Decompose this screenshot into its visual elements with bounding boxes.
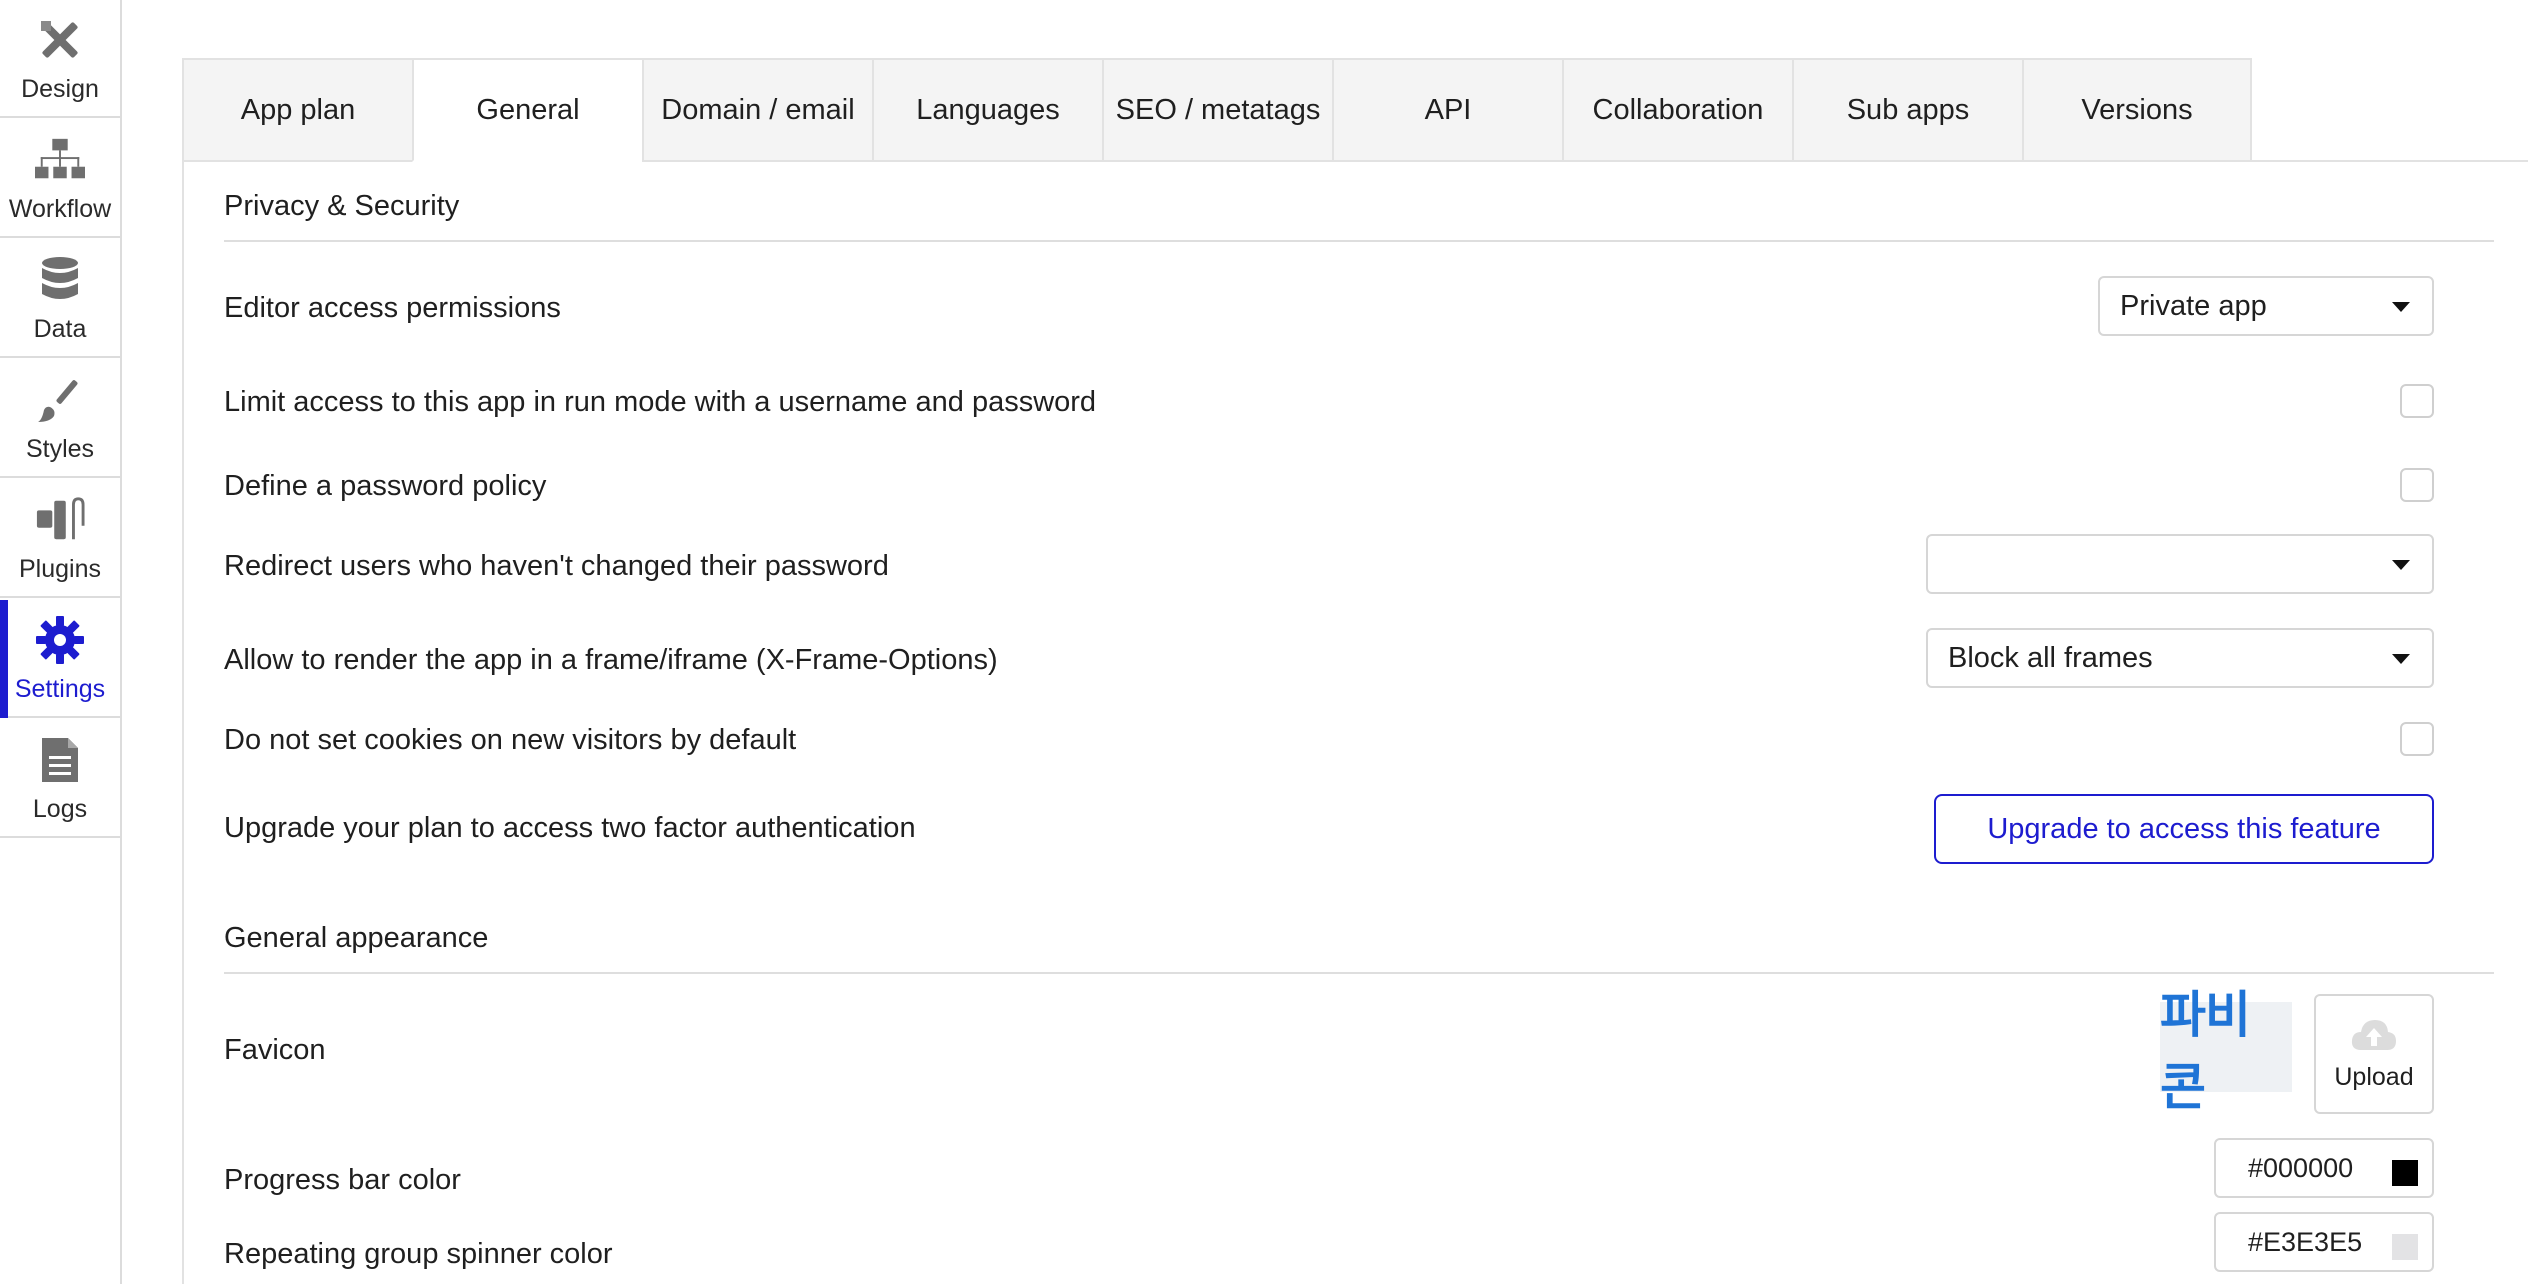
progress-color-label: Progress bar color — [224, 1164, 461, 1196]
editor-access-label: Editor access permissions — [224, 292, 561, 324]
tab-collaboration[interactable]: Collaboration — [1562, 58, 1792, 162]
tab-seo-metatags[interactable]: SEO / metatags — [1102, 58, 1332, 162]
sidebar-item-label: Design — [21, 75, 99, 103]
sidebar-item-label: Workflow — [8, 195, 112, 223]
tab-sub-apps[interactable]: Sub apps — [1792, 58, 2022, 162]
iframe-dropdown[interactable]: Block all frames — [1926, 628, 2434, 688]
progress-color-value: #000000 — [2248, 1152, 2354, 1183]
sidebar-item-workflow[interactable]: Workflow — [0, 120, 120, 238]
password-policy-checkbox[interactable] — [2400, 468, 2434, 502]
section-title-appearance: General appearance — [224, 922, 489, 954]
tab-versions[interactable]: Versions — [2022, 58, 2252, 162]
editor-access-value: Private app — [2120, 289, 2267, 322]
upgrade-feature-button[interactable]: Upgrade to access this feature — [1934, 794, 2434, 864]
sidebar-item-design[interactable]: Design — [0, 0, 120, 118]
progress-color-swatch — [2392, 1160, 2418, 1186]
tab-api[interactable]: API — [1332, 58, 1562, 162]
spinner-color-label: Repeating group spinner color — [224, 1238, 613, 1270]
sidebar-item-styles[interactable]: Styles — [0, 360, 120, 478]
favicon-upload-button[interactable]: Upload — [2314, 994, 2434, 1114]
spinner-color-picker[interactable]: #E3E3E5 — [2214, 1212, 2434, 1272]
cloud-upload-icon — [2351, 1016, 2397, 1057]
chevron-down-icon — [2392, 560, 2410, 570]
section-title-privacy: Privacy & Security — [224, 190, 460, 222]
sidebar-item-label: Styles — [25, 435, 95, 463]
password-policy-label: Define a password policy — [224, 470, 547, 502]
spinner-color-swatch — [2392, 1234, 2418, 1260]
chevron-down-icon — [2392, 654, 2410, 664]
design-icon — [35, 15, 85, 65]
sidebar-item-label: Settings — [14, 675, 106, 703]
plug-icon — [35, 495, 85, 545]
iframe-label: Allow to render the app in a frame/ifram… — [224, 644, 998, 676]
sidebar-item-logs[interactable]: Logs — [0, 720, 120, 838]
cookies-checkbox[interactable] — [2400, 722, 2434, 756]
favicon-preview-text: 파비콘 — [2160, 986, 2251, 1116]
sidebar-item-settings[interactable]: Settings — [0, 600, 120, 718]
tab-general[interactable]: General — [412, 58, 642, 162]
upload-label: Upload — [2334, 1063, 2414, 1091]
section-divider — [224, 972, 2494, 974]
database-icon — [35, 255, 85, 305]
spinner-color-value: #E3E3E5 — [2248, 1226, 2363, 1257]
settings-tabs: App plan General Domain / email Language… — [182, 58, 2252, 162]
favicon-label: Favicon — [224, 1034, 326, 1066]
redirect-dropdown[interactable] — [1926, 534, 2434, 594]
redirect-label: Redirect users who haven't changed their… — [224, 550, 889, 582]
cookies-label: Do not set cookies on new visitors by de… — [224, 724, 797, 756]
limit-access-label: Limit access to this app in run mode wit… — [224, 386, 1097, 418]
sidebar-item-plugins[interactable]: Plugins — [0, 480, 120, 598]
sidebar-item-data[interactable]: Data — [0, 240, 120, 358]
tab-app-plan[interactable]: App plan — [182, 58, 412, 162]
limit-access-checkbox[interactable] — [2400, 384, 2434, 418]
sidebar-item-label: Plugins — [19, 555, 101, 583]
document-icon — [35, 735, 85, 785]
gear-icon — [35, 615, 85, 665]
tab-domain-email[interactable]: Domain / email — [642, 58, 872, 162]
iframe-value: Block all frames — [1948, 641, 2153, 674]
chevron-down-icon — [2392, 302, 2410, 312]
sidebar: Design Workflow Data Styles Plugins Sett… — [0, 0, 122, 1284]
favicon-preview: 파비콘 — [2160, 986, 2292, 1116]
workflow-icon — [35, 135, 85, 185]
section-divider — [224, 240, 2494, 242]
sidebar-item-label: Data — [33, 315, 87, 343]
two-factor-label: Upgrade your plan to access two factor a… — [224, 812, 916, 844]
sidebar-item-label: Logs — [32, 795, 88, 823]
brush-icon — [35, 375, 85, 425]
progress-color-picker[interactable]: #000000 — [2214, 1138, 2434, 1198]
tab-languages[interactable]: Languages — [872, 58, 1102, 162]
editor-access-dropdown[interactable]: Private app — [2098, 276, 2434, 336]
